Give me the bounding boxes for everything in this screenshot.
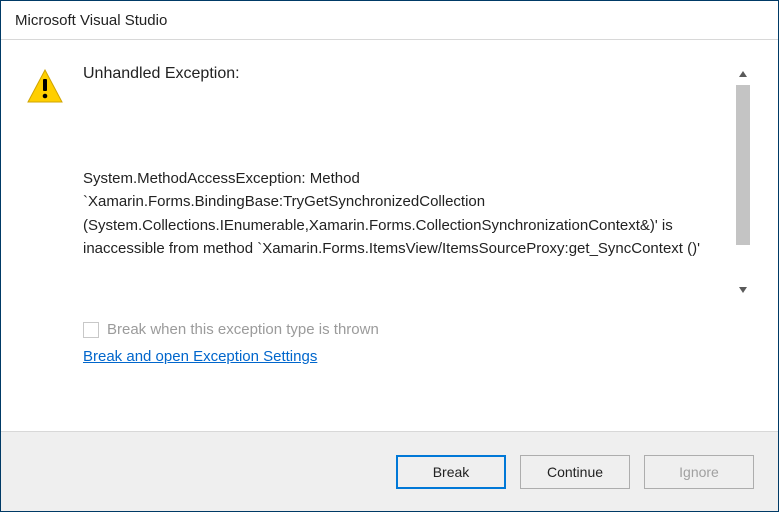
message-column: Unhandled Exception: System.MethodAccess… (83, 65, 714, 260)
ignore-button: Ignore (644, 455, 754, 489)
scroll-down-icon[interactable] (738, 283, 748, 297)
scrollbar-thumb[interactable] (736, 85, 750, 245)
button-bar: Break Continue Ignore (1, 431, 778, 511)
message-row: Unhandled Exception: System.MethodAccess… (27, 65, 752, 299)
titlebar: Microsoft Visual Studio (1, 1, 778, 40)
options-block: Break when this exception type is thrown… (27, 321, 752, 365)
vertical-scrollbar[interactable] (734, 65, 752, 299)
break-on-throw-checkbox-row[interactable]: Break when this exception type is thrown (83, 321, 752, 338)
dialog-content: Unhandled Exception: System.MethodAccess… (1, 41, 778, 429)
break-button[interactable]: Break (396, 455, 506, 489)
continue-button[interactable]: Continue (520, 455, 630, 489)
scrollbar-track[interactable] (736, 85, 750, 279)
warning-icon (27, 69, 63, 106)
window-title: Microsoft Visual Studio (15, 12, 167, 29)
scroll-up-icon[interactable] (738, 67, 748, 81)
exception-settings-link[interactable]: Break and open Exception Settings (83, 348, 317, 365)
checkbox-icon[interactable] (83, 322, 99, 338)
exception-text: System.MethodAccessException: Method `Xa… (83, 167, 700, 260)
checkbox-label: Break when this exception type is thrown (107, 321, 379, 338)
exception-heading: Unhandled Exception: (83, 65, 700, 83)
exception-settings-link-row: Break and open Exception Settings (83, 348, 752, 365)
